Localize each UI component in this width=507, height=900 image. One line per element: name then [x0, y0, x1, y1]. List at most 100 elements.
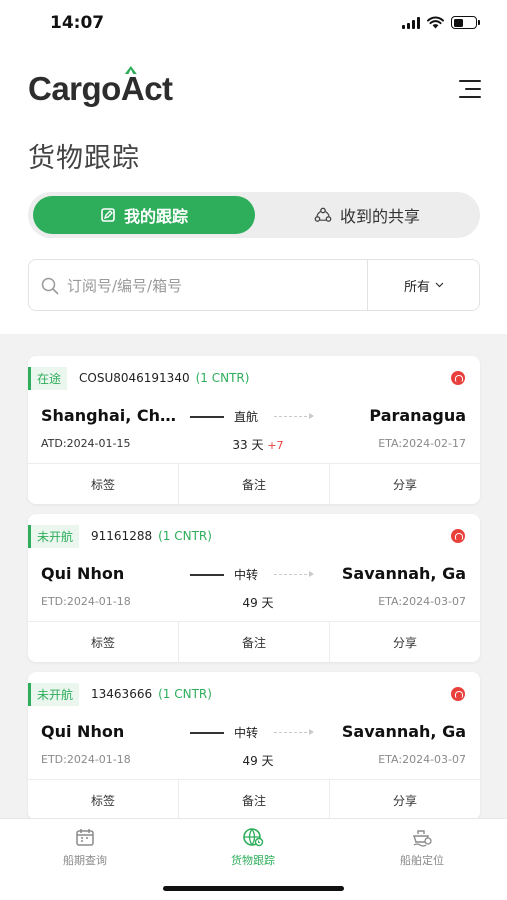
arrow-right-icon: [309, 413, 314, 419]
status-badge: 未开航: [28, 524, 80, 548]
page-title: 货物跟踪: [28, 143, 140, 174]
card-header: 在途 COSU8046191340 (1 CNTR): [28, 366, 250, 390]
destination-port: Paranagua: [369, 406, 466, 425]
tab-received-shares[interactable]: 收到的共享: [260, 196, 474, 234]
share-icon: [314, 207, 332, 222]
status-icons: [402, 16, 480, 29]
search-icon: [41, 277, 59, 295]
transit-days: 49 天: [218, 594, 298, 611]
route-line: [190, 732, 224, 734]
home-indicator: [163, 886, 344, 891]
card-header: 未开航 13463666 (1 CNTR): [28, 682, 212, 706]
departure-date: ATD:2024-01-15: [41, 437, 131, 450]
chevron-down-icon: [435, 282, 444, 288]
calendar-icon: [76, 829, 94, 846]
route-dash: [274, 416, 312, 417]
share-button[interactable]: 分享: [329, 622, 480, 662]
container-count: (1 CNTR): [158, 529, 212, 543]
alarm-bell-icon[interactable]: [451, 529, 465, 543]
route-dash: [274, 732, 312, 733]
route-indicator: 直航: [190, 408, 320, 424]
logo-text: Cargo: [28, 70, 121, 107]
route-indicator: 中转: [190, 724, 320, 740]
tab-cargo-tracking[interactable]: 货物跟踪: [193, 827, 313, 868]
tab-received-shares-label: 收到的共享: [339, 207, 420, 226]
transit-days: 49 天: [218, 752, 298, 769]
container-count: (1 CNTR): [195, 371, 250, 385]
note-button[interactable]: 备注: [178, 464, 329, 504]
transit-days-value: 33 天: [232, 438, 264, 452]
share-button[interactable]: 分享: [329, 464, 480, 504]
logo-text-accent: A: [120, 70, 145, 107]
tab-my-tracking-label: 我的跟踪: [123, 207, 188, 226]
wifi-icon: [427, 16, 444, 29]
tab-label: 货物跟踪: [231, 854, 275, 867]
delay-days: +7: [267, 439, 284, 452]
arrow-right-icon: [309, 571, 314, 577]
route-indicator: 中转: [190, 566, 320, 582]
tag-button[interactable]: 标签: [28, 780, 178, 818]
destination-port: Savannah, Ga: [341, 564, 466, 583]
globe-icon: [243, 828, 264, 847]
shipment-card[interactable]: 未开航 91161288 (1 CNTR) Qui Nhon 中转 Savann…: [28, 514, 480, 662]
route-line: [190, 574, 224, 576]
shipment-list[interactable]: 在途 COSU8046191340 (1 CNTR) Shanghai, Ch……: [0, 334, 507, 818]
status-bar: 14:07: [0, 0, 507, 50]
booking-number: 91161288: [91, 529, 153, 543]
status-badge: 在途: [28, 366, 68, 390]
filter-dropdown[interactable]: 所有: [368, 260, 480, 310]
origin-port: Qui Nhon: [41, 722, 125, 741]
edit-doc-icon: [101, 208, 115, 222]
shipment-card[interactable]: 未开航 13463666 (1 CNTR) Qui Nhon 中转 Savann…: [28, 672, 480, 818]
arrow-right-icon: [309, 729, 314, 735]
logo-text-end: ct: [144, 70, 173, 107]
shipment-card[interactable]: 在途 COSU8046191340 (1 CNTR) Shanghai, Ch……: [28, 356, 480, 504]
tab-vessel-location[interactable]: 船舶定位: [362, 827, 482, 868]
arrival-date: ETA:2024-02-17: [378, 437, 466, 450]
search-bar: 所有: [28, 259, 480, 311]
tag-button[interactable]: 标签: [28, 622, 178, 662]
note-button[interactable]: 备注: [178, 780, 329, 818]
tab-label: 船期查询: [63, 854, 107, 867]
card-header: 未开航 91161288 (1 CNTR): [28, 524, 212, 548]
route-type: 中转: [234, 726, 259, 740]
arrival-date: ETA:2024-03-07: [378, 595, 466, 608]
tab-schedule-search[interactable]: 船期查询: [25, 827, 145, 868]
arrival-date: ETA:2024-03-07: [378, 753, 466, 766]
status-time: 14:07: [50, 13, 105, 33]
transit-days: 33 天 +7: [218, 436, 298, 453]
status-badge: 未开航: [28, 682, 80, 706]
origin-port: Qui Nhon: [41, 564, 125, 583]
booking-number: 13463666: [91, 687, 153, 701]
battery-icon: [451, 16, 480, 29]
card-actions: 标签 备注 分享: [28, 779, 480, 818]
alarm-bell-icon[interactable]: [451, 687, 465, 701]
tab-label: 船舶定位: [400, 854, 444, 867]
alarm-bell-icon[interactable]: [451, 371, 465, 385]
departure-date: ETD:2024-01-18: [41, 753, 131, 766]
destination-port: Savannah, Ga: [341, 722, 466, 741]
signal-icon: [402, 16, 420, 29]
share-button[interactable]: 分享: [329, 780, 480, 818]
route-dash: [274, 574, 312, 575]
route-line: [190, 416, 224, 418]
card-actions: 标签 备注 分享: [28, 621, 480, 662]
tab-my-tracking[interactable]: 我的跟踪: [33, 196, 255, 234]
route-type: 中转: [234, 568, 259, 582]
container-count: (1 CNTR): [158, 687, 212, 701]
ship-location-icon: [413, 830, 432, 847]
origin-port: Shanghai, Ch…: [41, 406, 177, 425]
filter-label: 所有: [403, 279, 430, 295]
card-actions: 标签 备注 分享: [28, 463, 480, 504]
booking-number: COSU8046191340: [79, 371, 190, 385]
route-type: 直航: [234, 410, 259, 424]
note-button[interactable]: 备注: [178, 622, 329, 662]
transit-days-value: 49 天: [242, 754, 274, 768]
search-input[interactable]: [67, 274, 357, 298]
hamburger-menu-icon[interactable]: [459, 80, 481, 98]
departure-date: ETD:2024-01-18: [41, 595, 131, 608]
tracking-segmented-control: 我的跟踪 收到的共享: [28, 192, 480, 238]
tag-button[interactable]: 标签: [28, 464, 178, 504]
app-logo: Cargo Act: [28, 70, 173, 108]
transit-days-value: 49 天: [242, 596, 274, 610]
